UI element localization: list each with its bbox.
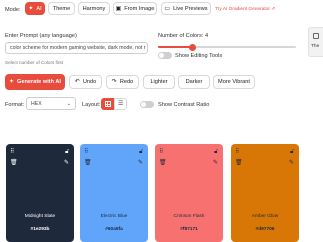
sparkle-icon: ✦ <box>28 5 34 12</box>
darker-label: Darker <box>185 79 203 85</box>
mode-theme-label: Theme <box>52 5 71 12</box>
editing-tools-label: Show Editing Tools <box>175 53 223 59</box>
mode-label: Mode: <box>5 7 21 13</box>
panel-icon <box>313 33 319 39</box>
layout-grid-button[interactable] <box>101 98 114 110</box>
color-card-2[interactable]: ⠿ 🔓︎ 🗑︎ ✎ Electric Blue #60a5fa <box>80 144 148 242</box>
lock-icon[interactable]: 🔓︎ <box>290 149 294 155</box>
colors-count-label: Number of Colors: 4 <box>158 33 209 39</box>
color-hex[interactable]: #1e293b <box>6 227 74 232</box>
mode-live-previews-button[interactable]: ▭ Live Previews <box>161 2 211 15</box>
gradient-generator-link[interactable]: Try AI Gradient Generator ⇗ <box>215 7 275 12</box>
color-hex[interactable]: #f87171 <box>155 227 223 232</box>
prompt-hint: Select number of Colors first <box>5 60 63 65</box>
edit-icon[interactable]: ✎ <box>64 160 69 166</box>
color-card-1[interactable]: ⠿ 🔓︎ 🗑︎ ✎ Midnight Slate #1e293b <box>6 144 74 242</box>
edit-icon[interactable]: ✎ <box>138 160 143 166</box>
undo-button[interactable]: ↶ Undo <box>69 75 102 89</box>
generate-ai-label: Generate with AI <box>17 79 61 85</box>
drag-handle-icon[interactable]: ⠿ <box>84 149 88 155</box>
color-hex[interactable]: #d97706 <box>231 227 299 232</box>
trash-icon[interactable]: 🗑︎ <box>10 160 18 166</box>
side-panel-tab[interactable]: The <box>308 27 323 57</box>
image-icon: ▣ <box>115 5 122 12</box>
color-name: Midnight Slate <box>24 214 56 219</box>
contrast-toggle[interactable] <box>140 101 154 108</box>
mode-ai-label: AI <box>36 5 42 12</box>
lock-icon[interactable]: 🔓︎ <box>214 149 218 155</box>
grid-icon <box>104 101 111 107</box>
redo-icon: ↷ <box>111 79 117 85</box>
mode-theme-button[interactable]: Theme <box>48 2 75 15</box>
undo-icon: ↶ <box>74 79 80 85</box>
format-value: HEX <box>31 100 42 107</box>
generate-ai-button[interactable]: ✦ Generate with AI <box>5 74 65 90</box>
sparkle-icon: ✦ <box>9 79 15 85</box>
redo-label: Redo <box>119 79 134 85</box>
layout-list-button[interactable]: ☰ <box>114 98 127 110</box>
colors-count-fill <box>158 46 193 48</box>
undo-label: Undo <box>82 79 97 85</box>
lighter-button[interactable]: Lighter <box>143 75 175 89</box>
trash-icon[interactable]: 🗑︎ <box>159 160 167 166</box>
format-select[interactable]: HEX ⌄ <box>26 97 76 110</box>
drag-handle-icon[interactable]: ⠿ <box>10 149 14 155</box>
mode-from-image-button[interactable]: ▣ From Image <box>113 2 157 15</box>
color-name: Amber Glow <box>251 214 279 219</box>
prompt-input[interactable]: color scheme for modern gaming website, … <box>5 42 148 54</box>
lighter-label: Lighter <box>150 79 168 85</box>
mode-ai-button[interactable]: ✦ AI <box>25 2 45 15</box>
chevron-down-icon: ⌄ <box>66 100 71 107</box>
drag-handle-icon[interactable]: ⠿ <box>159 149 163 155</box>
edit-icon[interactable]: ✎ <box>213 160 218 166</box>
more-vibrant-button[interactable]: More Vibrant <box>213 75 255 89</box>
mode-live-previews-label: Live Previews <box>173 5 208 12</box>
redo-button[interactable]: ↷ Redo <box>106 75 139 89</box>
mode-harmony-button[interactable]: Harmony <box>78 2 110 15</box>
edit-icon[interactable]: ✎ <box>289 160 294 166</box>
lock-icon[interactable]: 🔓︎ <box>65 149 69 155</box>
trash-icon[interactable]: 🗑︎ <box>235 160 243 166</box>
layout-label: Layout: <box>82 102 101 108</box>
prompt-label: Enter Prompt (any language) <box>5 33 77 39</box>
mode-from-image-label: From Image <box>124 5 155 12</box>
trash-icon[interactable]: 🗑︎ <box>84 160 92 166</box>
preview-icon: ▭ <box>164 5 171 12</box>
darker-button[interactable]: Darker <box>178 75 210 89</box>
mode-harmony-label: Harmony <box>82 5 106 12</box>
more-vibrant-label: More Vibrant <box>218 79 250 85</box>
colors-count-thumb[interactable] <box>189 43 196 51</box>
drag-handle-icon[interactable]: ⠿ <box>235 149 239 155</box>
color-card-3[interactable]: ⠿ 🔓︎ 🗑︎ ✎ Crimson Flash #f87171 <box>155 144 223 242</box>
color-name: Electric Blue <box>100 214 128 219</box>
format-label: Format: <box>5 102 25 108</box>
color-card-4[interactable]: ⠿ 🔓︎ 🗑︎ ✎ Amber Glow #d97706 <box>231 144 299 242</box>
side-tab-label: The <box>311 44 320 49</box>
contrast-label: Show Contrast Ratio <box>158 102 210 108</box>
list-icon: ☰ <box>118 101 124 107</box>
lock-icon[interactable]: 🔓︎ <box>139 149 143 155</box>
color-hex[interactable]: #60a5fa <box>80 227 148 232</box>
color-name: Crimson Flash <box>173 214 205 219</box>
editing-tools-toggle[interactable] <box>158 52 172 59</box>
